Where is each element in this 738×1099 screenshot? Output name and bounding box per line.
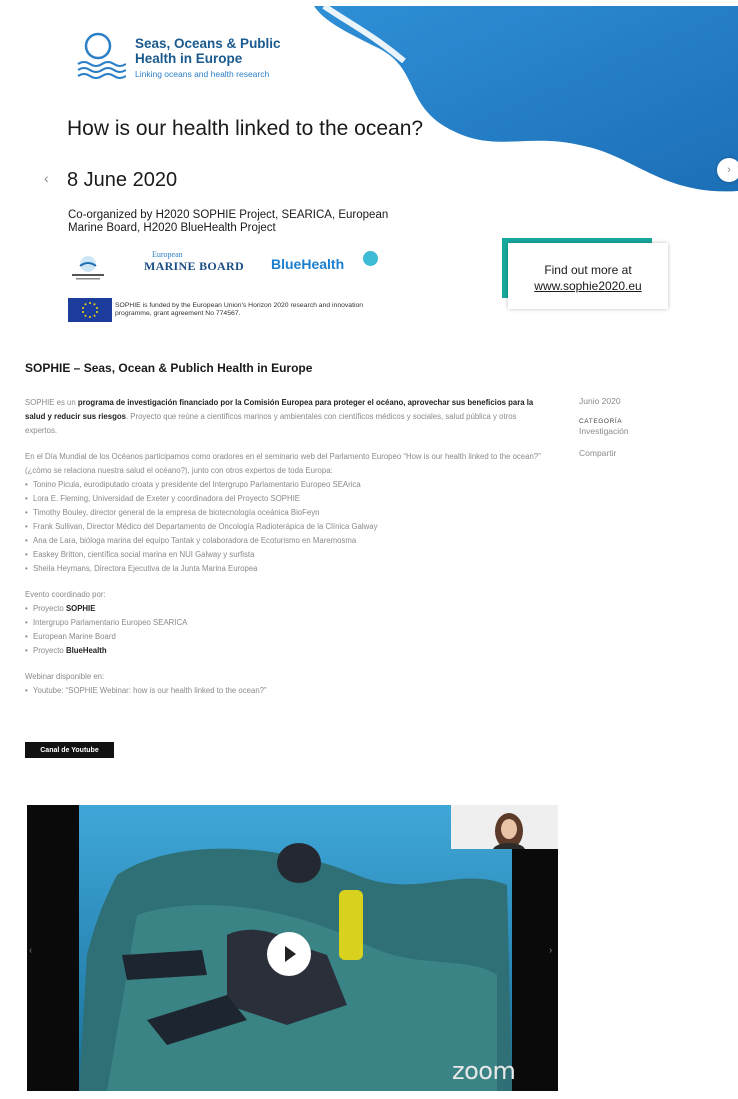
coord-bold: SOPHIE bbox=[65, 604, 96, 613]
funding-note: SOPHIE is funded by the European Union's… bbox=[115, 302, 364, 317]
banner-headline: How is our health linked to the ocean? bbox=[67, 117, 424, 140]
participant-thumbnail bbox=[451, 805, 558, 849]
carousel-next-icon[interactable]: › bbox=[717, 158, 738, 182]
share-link[interactable]: Compartir bbox=[579, 448, 699, 458]
category-link[interactable]: Investigación bbox=[579, 426, 699, 436]
coord-text: Intergrupo Parlamentario Europeo SEARICA bbox=[33, 618, 188, 627]
carousel-prev-icon[interactable]: ‹ bbox=[44, 170, 49, 186]
post-title: SOPHIE – Seas, Ocean & Publich Health in… bbox=[25, 361, 313, 375]
marine-board-logo: European MARINE BOARD bbox=[144, 250, 244, 274]
list-item: Ana de Lara, bióloga marina del equipo T… bbox=[25, 534, 545, 548]
coorganizers-text: Co-organized by H2020 SOPHIE Project, SE… bbox=[68, 209, 389, 234]
intro-paragraph: SOPHIE es un programa de investigación f… bbox=[25, 396, 545, 438]
coord-text: Proyecto bbox=[33, 646, 66, 655]
list-item: Proyecto SOPHIE bbox=[25, 602, 545, 616]
hero-banner: Seas, Oceans & Public Health in Europe L… bbox=[24, 6, 738, 340]
video-player[interactable]: ‹ › zoom bbox=[27, 805, 558, 1091]
list-item: Lora E. Fleming, Universidad de Exeter y… bbox=[25, 492, 545, 506]
coord-bold: BlueHealth bbox=[65, 646, 107, 655]
eu-flag-icon bbox=[68, 298, 112, 322]
webinar-label: Webinar disponible en: bbox=[25, 672, 105, 681]
list-item: Easkey Britton, científica social marina… bbox=[25, 548, 545, 562]
logo-title-line1: Seas, Oceans & Public bbox=[135, 36, 281, 51]
logo-subtitle: Linking oceans and health research bbox=[135, 69, 270, 79]
marine-board-top: European bbox=[152, 250, 183, 259]
coordinators-list: Proyecto SOPHIE Intergrupo Parlamentario… bbox=[25, 602, 545, 658]
zoom-watermark: zoom bbox=[452, 1057, 516, 1085]
video-next-icon[interactable]: › bbox=[549, 945, 552, 956]
webinar-list: Youtube: “SOPHIE Webinar: how is our hea… bbox=[25, 684, 545, 698]
list-item: Tonino Picula, eurodiputado croata y pre… bbox=[25, 478, 545, 492]
coord-text: European Marine Board bbox=[33, 632, 116, 641]
participant-avatar bbox=[451, 805, 558, 849]
marine-board-main: MARINE BOARD bbox=[144, 259, 244, 273]
searica-logo-icon bbox=[72, 256, 104, 280]
intro-text-a: SOPHIE es un bbox=[25, 398, 78, 407]
banner-date: 8 June 2020 bbox=[67, 169, 178, 191]
list-item: Sheila Heymans, Directora Ejecutiva de l… bbox=[25, 562, 545, 576]
logo-title-line2: Health in Europe bbox=[135, 51, 243, 66]
findout-line1: Find out more at bbox=[544, 263, 632, 277]
bluehealth-name: BlueHealth bbox=[271, 256, 345, 272]
external-link-icon: ↗ bbox=[508, 244, 516, 254]
list-item: European Marine Board bbox=[25, 630, 545, 644]
findout-link[interactable]: www.sophie2020.eu bbox=[508, 279, 668, 293]
list-item: Proyecto BlueHealth bbox=[25, 644, 545, 658]
oceans-day-paragraph: En el Día Mundial de los Océanos partici… bbox=[25, 452, 541, 475]
bluehealth-logo: BlueHealth bbox=[271, 256, 344, 272]
post-body: SOPHIE es un programa de investigación f… bbox=[25, 396, 545, 698]
webinar-link[interactable]: Youtube: “SOPHIE Webinar: how is our hea… bbox=[25, 684, 545, 698]
speakers-list: Tonino Picula, eurodiputado croata y pre… bbox=[25, 478, 545, 576]
post-meta: Junio 2020 CATEGORÍA Investigación Compa… bbox=[579, 396, 699, 458]
bluehealth-pin-icon bbox=[363, 251, 378, 266]
list-item: Timothy Bouley, director general de la e… bbox=[25, 506, 545, 520]
coord-text: Proyecto bbox=[33, 604, 66, 613]
play-button-icon[interactable] bbox=[267, 932, 311, 976]
logo-title: Seas, Oceans & Public Health in Europe bbox=[135, 36, 281, 66]
youtube-channel-button[interactable]: Canal de Youtube bbox=[25, 742, 114, 758]
post-date: Junio 2020 bbox=[579, 396, 621, 406]
video-prev-icon[interactable]: ‹ bbox=[29, 945, 32, 956]
list-item: Frank Sullivan, Director Médico del Depa… bbox=[25, 520, 545, 534]
list-item: Intergrupo Parlamentario Europeo SEARICA bbox=[25, 616, 545, 630]
coordinated-label: Evento coordinado por: bbox=[25, 590, 106, 599]
findout-card[interactable]: Find out more at www.sophie2020.eu bbox=[508, 243, 668, 309]
sophie-logo-icon bbox=[77, 32, 126, 79]
category-label: CATEGORÍA bbox=[579, 418, 623, 425]
